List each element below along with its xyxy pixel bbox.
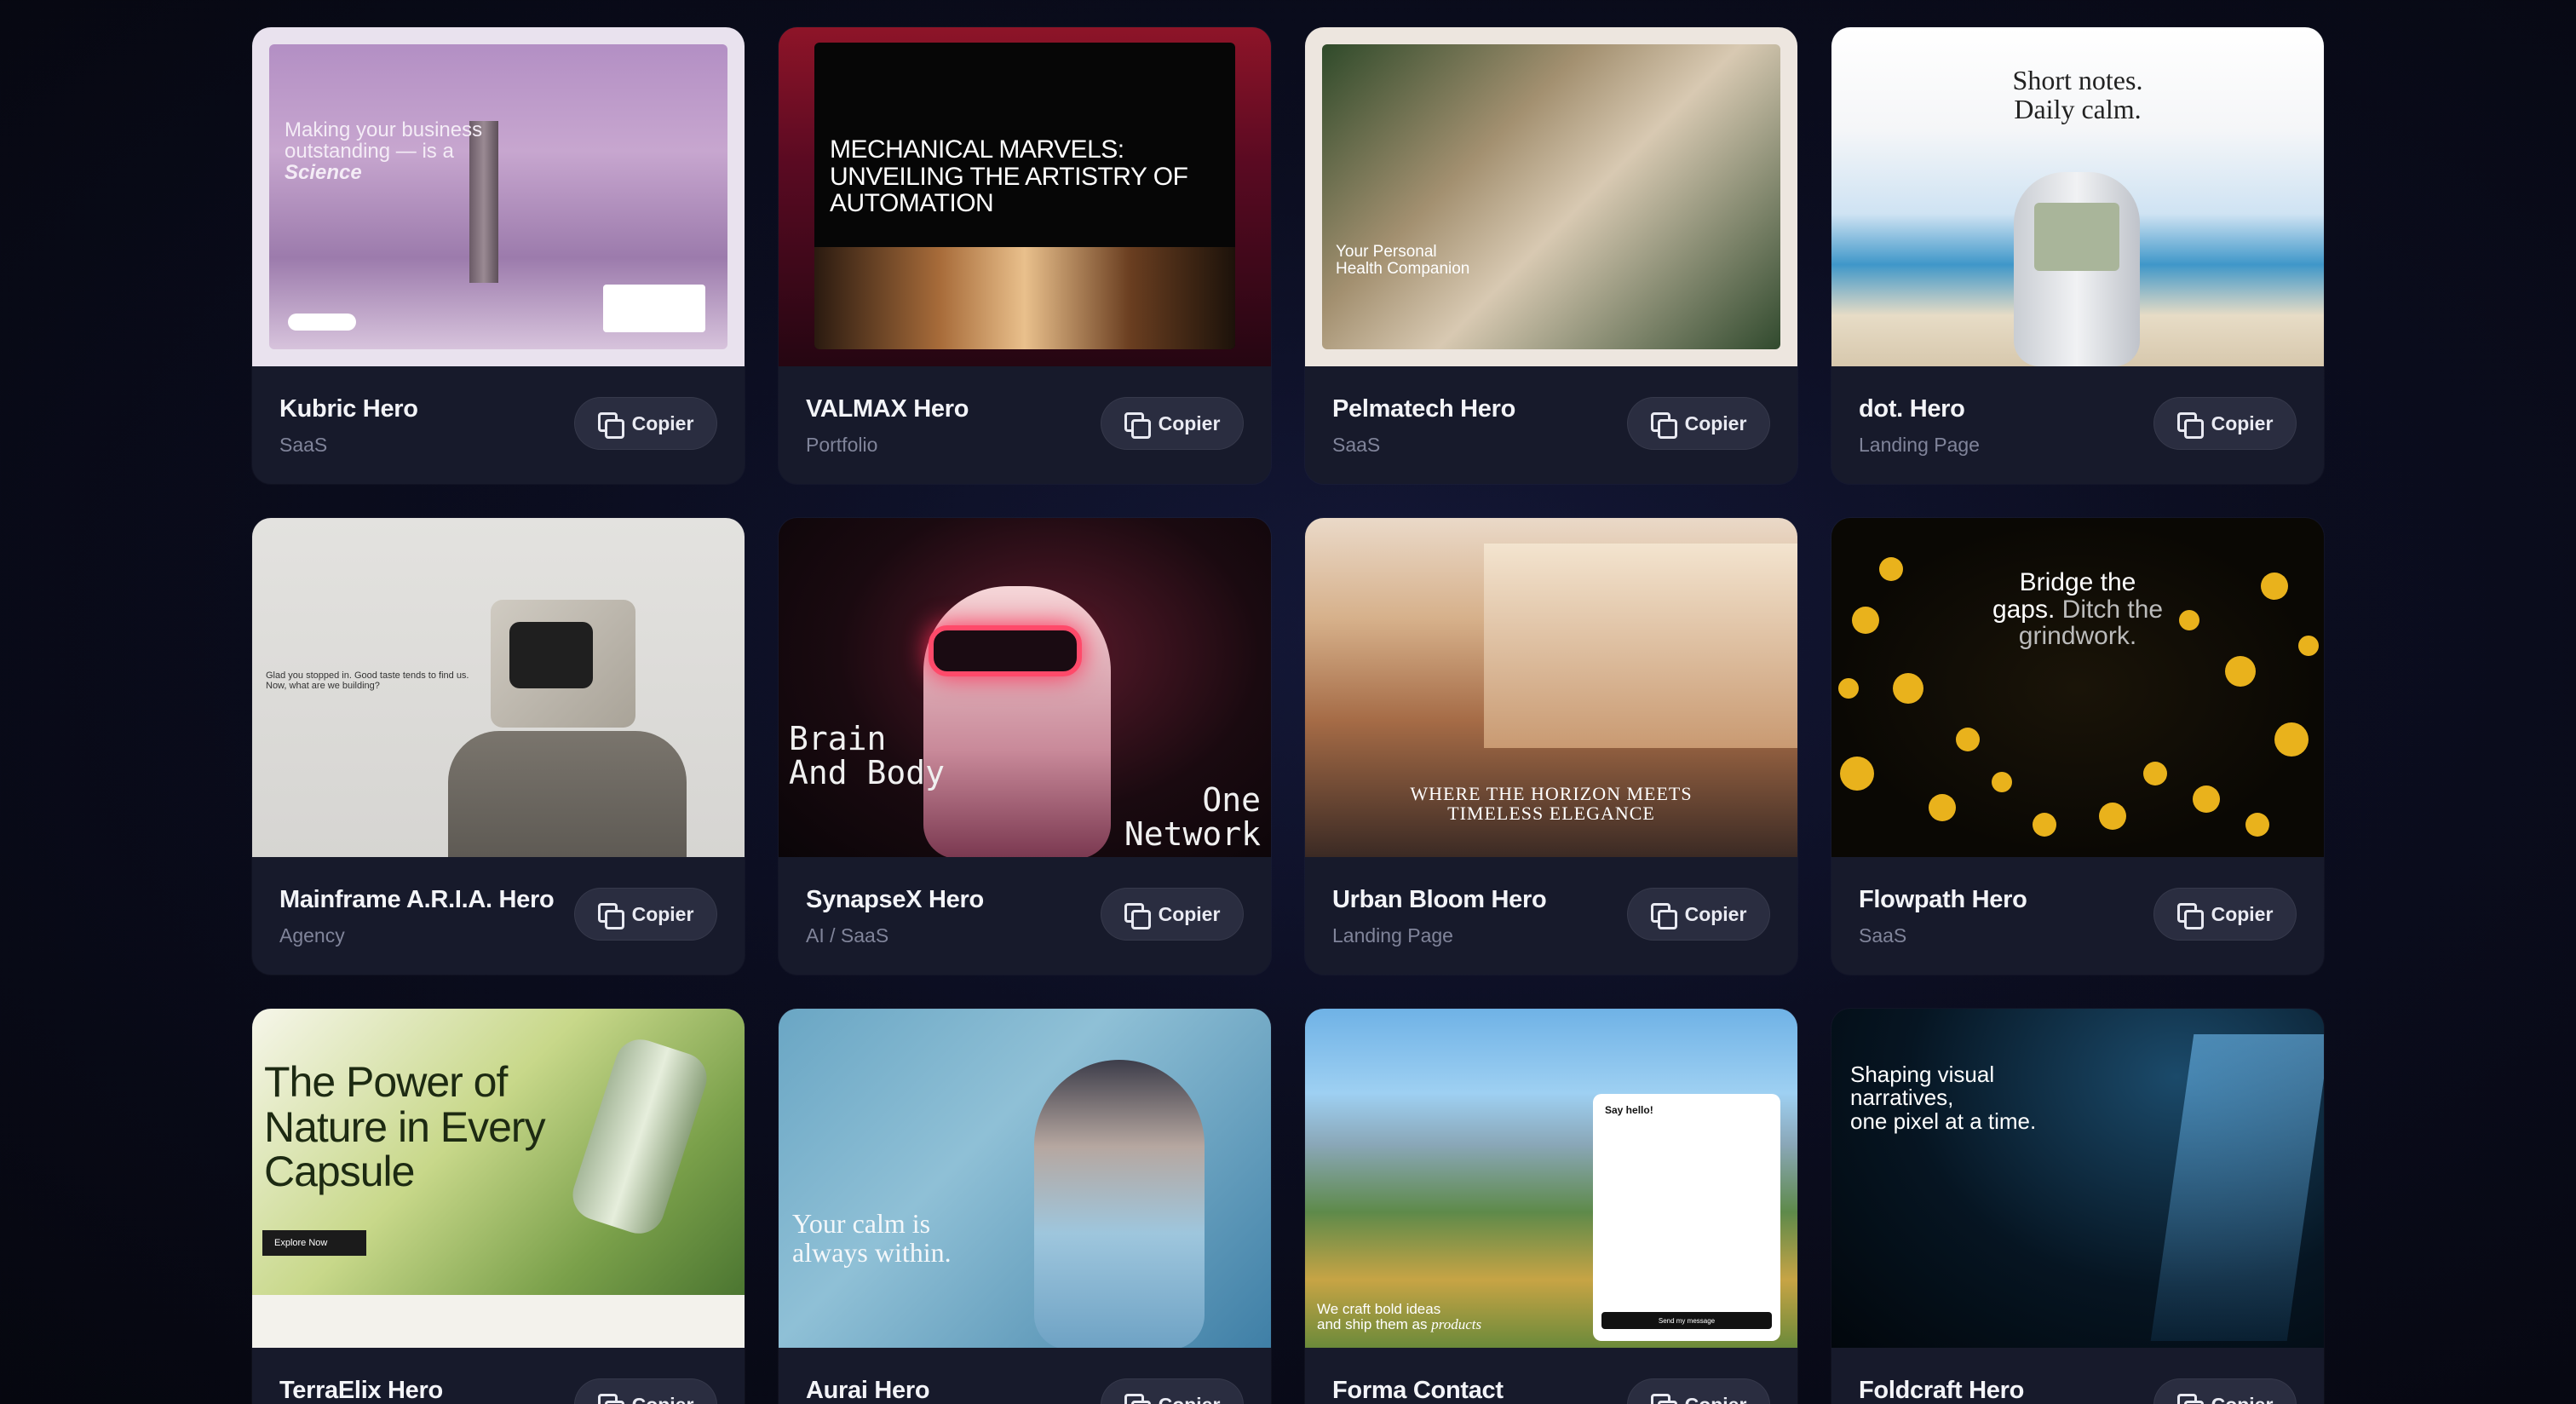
computer-head-graphic [491,600,635,728]
copy-icon [2176,412,2204,439]
copy-icon [2176,903,2204,929]
explore-button: Explore Now [262,1230,366,1256]
preview-image[interactable]: The Power of Nature in Every Capsule Exp… [252,1009,745,1348]
copy-label: Copier [631,411,694,434]
copy-label: Copier [631,902,694,925]
preview-image[interactable]: Bridge the gaps. Ditch the grindwork. [1831,518,2324,857]
preview-image[interactable]: MECHANICAL MARVELS: UNVEILING THE ARTIST… [779,27,1271,366]
preview-image[interactable]: Short notes. Daily calm. [1831,27,2324,366]
phone-graphic [2014,172,2140,366]
preview-image[interactable]: Your Personal Health Companion [1305,27,1797,366]
copy-icon [1124,412,1151,439]
preview-headline: MECHANICAL MARVELS: UNVEILING THE ARTIST… [830,135,1188,217]
copy-button[interactable]: Copier [2153,888,2297,941]
copy-button[interactable]: Copier [1101,1378,1244,1404]
preview-headline: The Power of Nature in Every Capsule [264,1058,546,1195]
copy-icon [597,1394,624,1404]
copy-label: Copier [1685,1394,1747,1404]
preview-image[interactable]: WHERE THE HORIZON MEETS TIMELESS ELEGANC… [1305,518,1797,857]
copy-button[interactable]: Copier [1627,1378,1770,1404]
preview-headline: We craft bold ideas and ship them as pro… [1317,1301,1482,1332]
copy-label: Copier [1684,902,1747,925]
copy-button[interactable]: Copier [1101,397,1244,450]
form-title: Say hello! [1605,1104,1653,1116]
preview-headline: Short notes. Daily calm. [2012,65,2143,124]
preview-image[interactable]: Your calm is always within. [779,1009,1271,1348]
template-card[interactable]: Your Personal Health Companion Pelmatech… [1305,27,1797,484]
copy-icon [1124,903,1151,929]
villa-graphic [1484,544,1797,748]
copy-icon [2176,1394,2204,1404]
preview-headline: Brain And Body [789,720,946,791]
template-card[interactable]: Making your business outstanding — is a … [252,27,745,484]
template-card[interactable]: Bridge the gaps. Ditch the grindwork. Fl… [1831,518,2324,975]
copy-icon [597,903,624,929]
copy-button[interactable]: Copier [2153,1378,2297,1404]
template-card[interactable]: The Power of Nature in Every Capsule Exp… [252,1009,745,1404]
template-card[interactable]: MECHANICAL MARVELS: UNVEILING THE ARTIST… [779,27,1271,484]
preview-image[interactable]: Shaping visual narratives, one pixel at … [1831,1009,2324,1348]
template-card[interactable]: Glad you stopped in. Good taste tends to… [252,518,745,975]
template-card[interactable]: Brain And Body One Network SynapseX Hero… [779,518,1271,975]
preview-headline: WHERE THE HORIZON MEETS TIMELESS ELEGANC… [1410,783,1693,825]
copy-button[interactable]: Copier [1627,397,1770,450]
figure-graphic [448,731,687,857]
preview-footer-strip [252,1295,745,1348]
template-card[interactable]: WHERE THE HORIZON MEETS TIMELESS ELEGANC… [1305,518,1797,975]
copy-button[interactable]: Copier [574,397,717,450]
preview-image[interactable]: Say hello! Send my message We craft bold… [1305,1009,1797,1348]
copy-label: Copier [1684,411,1747,434]
copy-button[interactable]: Copier [2153,397,2297,450]
template-card[interactable]: Short notes. Daily calm. dot. Hero Landi… [1831,27,2324,484]
copy-label: Copier [1159,1394,1221,1404]
template-grid: Making your business outstanding — is a … [252,27,2324,1404]
copy-label: Copier [1158,411,1221,434]
copy-icon [1124,1394,1151,1404]
light-beam-graphic [2150,1034,2324,1341]
copy-button[interactable]: Copier [1101,888,1244,941]
preview-photo [814,247,1235,349]
template-card[interactable]: Say hello! Send my message We craft bold… [1305,1009,1797,1404]
copy-icon [1650,1394,1677,1404]
copy-button[interactable]: Copier [574,1378,717,1404]
copy-icon [1650,903,1677,929]
copy-label: Copier [1158,902,1221,925]
preview-headline: Glad you stopped in. Good taste tends to… [266,670,469,691]
preview-headline: Your calm is always within. [792,1208,952,1268]
copy-label: Copier [2211,1394,2274,1404]
template-card[interactable]: Shaping visual narratives, one pixel at … [1831,1009,2324,1404]
preview-headline: Your Personal Health Companion [1336,243,1470,278]
supplement-bottle-graphic [566,1033,714,1240]
preview-headline: Making your business outstanding — is a … [285,118,483,185]
copy-label: Copier [2211,902,2274,925]
vr-visor-graphic [929,625,1082,676]
form-submit: Send my message [1601,1312,1772,1329]
preview-headline: Shaping visual narratives, one pixel at … [1850,1062,2037,1134]
preview-image[interactable]: Making your business outstanding — is a … [252,27,745,366]
copy-label: Copier [632,1394,694,1404]
preview-headline: Bridge the gaps. Ditch the grindwork. [1992,568,2164,650]
preview-image[interactable]: Brain And Body One Network [779,518,1271,857]
copy-icon [597,412,624,439]
preview-tagline: One Network [1124,781,1261,853]
preview-image[interactable]: Glad you stopped in. Good taste tends to… [252,518,745,857]
copy-button[interactable]: Copier [1627,888,1770,941]
contact-form-graphic: Say hello! Send my message [1593,1094,1780,1341]
preview-card [603,285,705,332]
portrait-graphic [1034,1060,1205,1348]
preview-button [288,314,356,331]
copy-icon [1650,412,1677,439]
copy-label: Copier [2211,411,2274,434]
copy-button[interactable]: Copier [574,888,717,941]
template-card[interactable]: Your calm is always within. Aurai Hero C… [779,1009,1271,1404]
